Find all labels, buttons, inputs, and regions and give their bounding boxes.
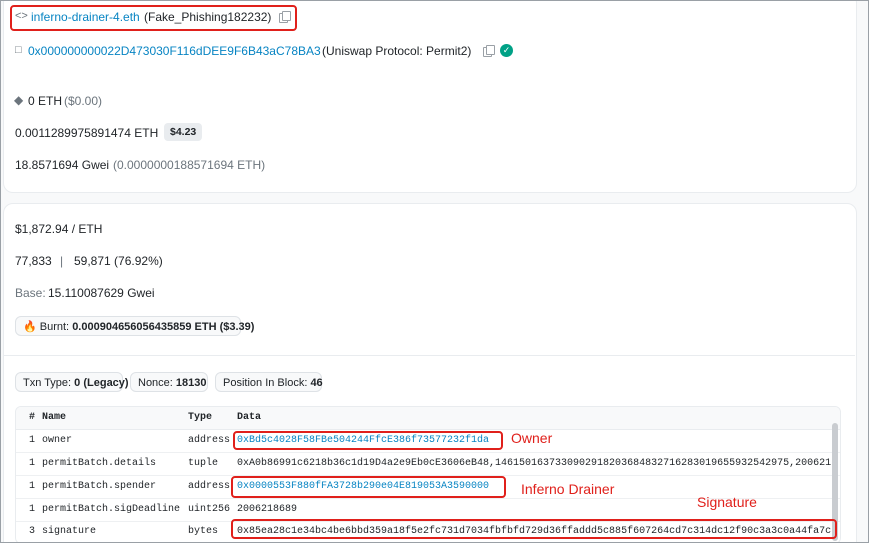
row-num: 1: [29, 481, 36, 492]
header-num: #: [29, 412, 36, 423]
txn-type-pill: Txn Type: 0 (Legacy): [15, 372, 129, 392]
highlight-box-owner: [233, 431, 503, 450]
txn-type-value: 0 (Legacy): [74, 377, 129, 389]
position-pill: Position In Block: 46: [215, 372, 323, 392]
annotation-drainer: Inferno Drainer: [521, 481, 615, 497]
ethereum-icon: ◆: [14, 93, 24, 107]
gas-price: 18.8571694 Gwei: [15, 158, 110, 172]
base-fee-label: Base:: [15, 286, 46, 300]
gas-separator: |: [60, 254, 64, 268]
row-type: tuple: [188, 458, 219, 469]
header-type: Type: [188, 412, 213, 423]
divider: [3, 355, 855, 356]
row-name: signature: [42, 526, 97, 537]
row-name: permitBatch.details: [42, 458, 157, 469]
nonce-label: Nonce:: [138, 377, 173, 389]
nonce-pill: Nonce: 18130: [130, 372, 208, 392]
contract-address-link[interactable]: 0x000000000022D473030F116dDEE9F6B43aC78B…: [28, 44, 321, 58]
nonce-value: 18130: [175, 377, 207, 389]
row-type: uint256: [188, 504, 231, 515]
table-header: [16, 407, 840, 430]
document-icon: □: [15, 44, 22, 56]
row-name: permitBatch.spender: [42, 481, 157, 492]
value-usd: ($0.00): [64, 94, 103, 108]
row-type: address: [188, 435, 231, 446]
eth-price: $1,872.94 / ETH: [15, 222, 103, 236]
position-label: Position In Block:: [223, 377, 308, 389]
highlight-box-drainer: [231, 476, 506, 498]
row-data: 0xA0b86991c6218b36c1d19D4a2e9Eb0cE3606eB…: [237, 458, 832, 469]
row-type: address: [188, 481, 231, 492]
burnt-fee-pill: 🔥 Burnt: 0.000904656056435859 ETH ($3.39…: [15, 316, 254, 336]
annotation-signature: Signature: [697, 494, 757, 510]
position-value: 46: [310, 377, 323, 389]
base-fee-value: 15.110087629 Gwei: [48, 286, 155, 300]
row-type: bytes: [188, 526, 219, 537]
header-data: Data: [237, 412, 262, 423]
row-data: 2006218689: [237, 504, 298, 515]
verified-check-icon: ✓: [500, 44, 513, 57]
header-name: Name: [42, 412, 67, 423]
highlight-box-signature: [231, 519, 837, 539]
screenshot-frame: <> inferno-drainer-4.eth (Fake_Phishing1…: [0, 0, 869, 543]
burnt-value: 0.000904656056435859 ETH ($3.39): [72, 321, 255, 333]
copy-contract-icon[interactable]: [483, 45, 495, 57]
gas-used: 59,871 (76.92%): [74, 254, 163, 268]
row-num: 1: [29, 504, 36, 515]
row-divider: [16, 452, 840, 453]
row-num: 3: [29, 526, 36, 537]
fire-icon: 🔥: [23, 321, 37, 333]
contract-name: (Uniswap Protocol: Permit2): [322, 44, 472, 58]
row-num: 1: [29, 458, 36, 469]
row-name: permitBatch.sigDeadline: [42, 504, 181, 515]
txn-type-label: Txn Type:: [23, 377, 72, 389]
row-name: owner: [42, 435, 73, 446]
burnt-label: Burnt:: [39, 321, 70, 333]
row-num: 1: [29, 435, 36, 446]
highlight-box-to-name: [10, 5, 297, 31]
transaction-fee: 0.0011289975891474 ETH: [15, 126, 159, 140]
gas-limit: 77,833: [15, 254, 52, 268]
value-eth: 0 ETH: [28, 94, 63, 108]
annotation-owner: Owner: [511, 430, 553, 446]
fee-usd-badge: $4.23: [164, 123, 203, 141]
gas-price-eth: (0.0000000188571694 ETH): [113, 158, 266, 172]
